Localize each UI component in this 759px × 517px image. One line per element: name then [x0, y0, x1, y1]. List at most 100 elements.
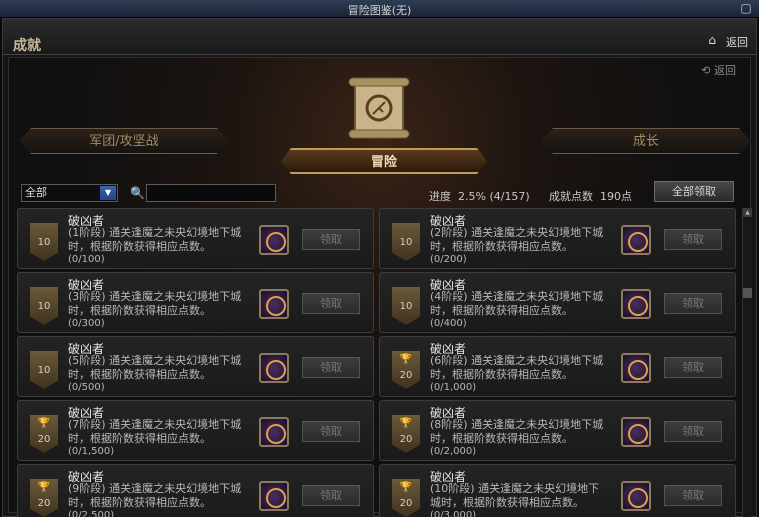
claim-all-button[interactable]: 全部领取: [654, 181, 734, 202]
trophy-icon: 🏆: [399, 482, 413, 493]
content-back-label: 返回: [714, 64, 736, 77]
achievement-description: (7阶段) 通关逢魔之未央幻境地下城时，根据阶数获得相应点数。: [68, 418, 242, 445]
achievement-progress: (0/2,000): [430, 446, 477, 457]
trophy-icon: 🏆: [37, 482, 51, 493]
list-scrollbar[interactable]: ▲ ▼: [742, 208, 752, 517]
achievement-description: (4阶段) 通关逢魔之未央幻境地下城时，根据阶数获得相应点数。: [430, 290, 604, 317]
reward-emblem-icon[interactable]: [259, 481, 289, 511]
category-dropdown[interactable]: 全部 ▼: [21, 184, 118, 202]
window-titlebar: 冒险图鉴(无) ▢: [0, 0, 759, 18]
badge-points: 20: [399, 370, 413, 381]
reward-emblem-icon[interactable]: [259, 353, 289, 383]
achievement-points-badge: 🏆 20: [392, 351, 420, 389]
header-back-button[interactable]: 返回: [726, 34, 748, 50]
achievement-description: (1阶段) 通关逢魔之未央幻境地下城时，根据阶数获得相应点数。: [68, 226, 242, 253]
reward-emblem-icon[interactable]: [259, 417, 289, 447]
claim-button[interactable]: 领取: [302, 485, 360, 506]
achievement-points-badge: 🏆 20: [30, 415, 58, 453]
content-back-button[interactable]: ⟲ 返回: [701, 62, 736, 78]
progress-readout: 进度 2.5% (4/157): [429, 188, 530, 204]
category-selected: 全部: [25, 186, 47, 199]
badge-points: 10: [399, 301, 413, 312]
achievement-panel: ⟲ 返回 军团/攻坚战 冒险 成长 全部 ▼ 🔍 进度 2.5% (4/157)…: [8, 57, 752, 517]
points-readout: 成就点数 190点: [549, 188, 632, 204]
tab-growth[interactable]: 成长: [541, 128, 751, 154]
points-label: 成就点数: [549, 190, 593, 203]
reward-emblem-icon[interactable]: [621, 417, 651, 447]
page-title: 成就: [13, 38, 41, 54]
achievement-points-badge: 10: [392, 287, 420, 325]
achievement-description: (10阶段) 通关逢魔之未央幻境地下城时，根据阶数获得相应点数。: [430, 482, 600, 509]
search-input[interactable]: [146, 184, 276, 202]
achievement-description: (5阶段) 通关逢魔之未央幻境地下城时，根据阶数获得相应点数。: [68, 354, 242, 381]
achievement-progress: (0/1,000): [430, 382, 477, 393]
achievement-card: 🏆 20 破凶者 (6阶段) 通关逢魔之未央幻境地下城时，根据阶数获得相应点数。 (0/…: [379, 336, 736, 397]
achievement-card: 🏆 20 破凶者 (10阶段) 通关逢魔之未央幻境地下城时，根据阶数获得相应点数。 (0…: [379, 464, 736, 517]
achievement-points-badge: 10: [30, 223, 58, 261]
badge-points: 20: [399, 498, 413, 509]
trophy-icon: 🏆: [37, 418, 51, 429]
claim-button[interactable]: 领取: [664, 485, 722, 506]
badge-points: 10: [37, 365, 51, 376]
achievement-points-badge: 🏆 20: [392, 479, 420, 517]
claim-button[interactable]: 领取: [302, 421, 360, 442]
reward-emblem-icon[interactable]: [259, 225, 289, 255]
scroll-thumb[interactable]: [743, 288, 752, 298]
scroll-up-icon[interactable]: ▲: [743, 208, 752, 217]
badge-points: 20: [37, 434, 51, 445]
tab-legion[interactable]: 军团/攻坚战: [19, 128, 229, 154]
reward-emblem-icon[interactable]: [621, 289, 651, 319]
achievement-points-badge: 🏆 20: [30, 479, 58, 517]
achievement-description: (9阶段) 通关逢魔之未央幻境地下城时，根据阶数获得相应点数。: [68, 482, 242, 509]
badge-points: 10: [37, 237, 51, 248]
reward-emblem-icon[interactable]: [259, 289, 289, 319]
achievement-description: (3阶段) 通关逢魔之未央幻境地下城时，根据阶数获得相应点数。: [68, 290, 242, 317]
achievement-points-badge: 10: [392, 223, 420, 261]
achievement-progress: (0/2,500): [68, 510, 115, 517]
achievement-progress: (0/500): [68, 382, 105, 393]
reward-emblem-icon[interactable]: [621, 353, 651, 383]
return-icon: ⟲: [701, 64, 711, 77]
badge-points: 20: [37, 498, 51, 509]
chevron-down-icon[interactable]: ▼: [100, 186, 116, 200]
window-menu-icon[interactable]: ▢: [739, 1, 753, 15]
scroll-emblem-icon: [348, 77, 410, 139]
achievement-points-badge: 10: [30, 351, 58, 389]
header: 成就 ⌂ 返回: [3, 19, 756, 55]
achievement-progress: (0/200): [430, 254, 467, 265]
claim-button[interactable]: 领取: [302, 229, 360, 250]
trophy-icon: 🏆: [399, 418, 413, 429]
progress-value: 2.5% (4/157): [458, 190, 530, 203]
badge-points: 20: [399, 434, 413, 445]
achievement-progress: (0/100): [68, 254, 105, 265]
reward-emblem-icon[interactable]: [621, 481, 651, 511]
achievement-points-badge: 10: [30, 287, 58, 325]
badge-points: 10: [399, 237, 413, 248]
claim-button[interactable]: 领取: [664, 229, 722, 250]
search-icon: 🔍: [130, 186, 145, 200]
claim-button[interactable]: 领取: [302, 293, 360, 314]
claim-button[interactable]: 领取: [664, 357, 722, 378]
claim-button[interactable]: 领取: [664, 293, 722, 314]
achievement-card: 10 破凶者 (2阶段) 通关逢魔之未央幻境地下城时，根据阶数获得相应点数。 (0/2…: [379, 208, 736, 269]
achievement-card: 🏆 20 破凶者 (7阶段) 通关逢魔之未央幻境地下城时，根据阶数获得相应点数。 (0/…: [17, 400, 374, 461]
achievement-progress: (0/1,500): [68, 446, 115, 457]
achievement-card: 🏆 20 破凶者 (9阶段) 通关逢魔之未央幻境地下城时，根据阶数获得相应点数。 (0/…: [17, 464, 374, 517]
achievement-window: 成就 ⌂ 返回 ⟲ 返回 军团/攻坚战 冒险 成长 全部 ▼ 🔍 进度 2.5%…: [2, 18, 757, 517]
claim-button[interactable]: 领取: [302, 357, 360, 378]
points-value: 190点: [600, 190, 632, 203]
achievement-card: 🏆 20 破凶者 (8阶段) 通关逢魔之未央幻境地下城时，根据阶数获得相应点数。 (0/…: [379, 400, 736, 461]
achievement-progress: (0/300): [68, 318, 105, 329]
claim-button[interactable]: 领取: [664, 421, 722, 442]
trophy-icon: 🏆: [399, 354, 413, 365]
achievement-card: 10 破凶者 (1阶段) 通关逢魔之未央幻境地下城时，根据阶数获得相应点数。 (0/1…: [17, 208, 374, 269]
achievement-description: (2阶段) 通关逢魔之未央幻境地下城时，根据阶数获得相应点数。: [430, 226, 604, 253]
achievement-description: (8阶段) 通关逢魔之未央幻境地下城时，根据阶数获得相应点数。: [430, 418, 604, 445]
window-title: 冒险图鉴(无): [347, 4, 412, 17]
reward-emblem-icon[interactable]: [621, 225, 651, 255]
home-icon[interactable]: ⌂: [708, 33, 716, 47]
achievement-progress: (0/3,000): [430, 510, 477, 517]
achievement-description: (6阶段) 通关逢魔之未央幻境地下城时，根据阶数获得相应点数。: [430, 354, 604, 381]
achievement-card: 10 破凶者 (4阶段) 通关逢魔之未央幻境地下城时，根据阶数获得相应点数。 (0/4…: [379, 272, 736, 333]
tab-adventure[interactable]: 冒险: [281, 148, 487, 174]
